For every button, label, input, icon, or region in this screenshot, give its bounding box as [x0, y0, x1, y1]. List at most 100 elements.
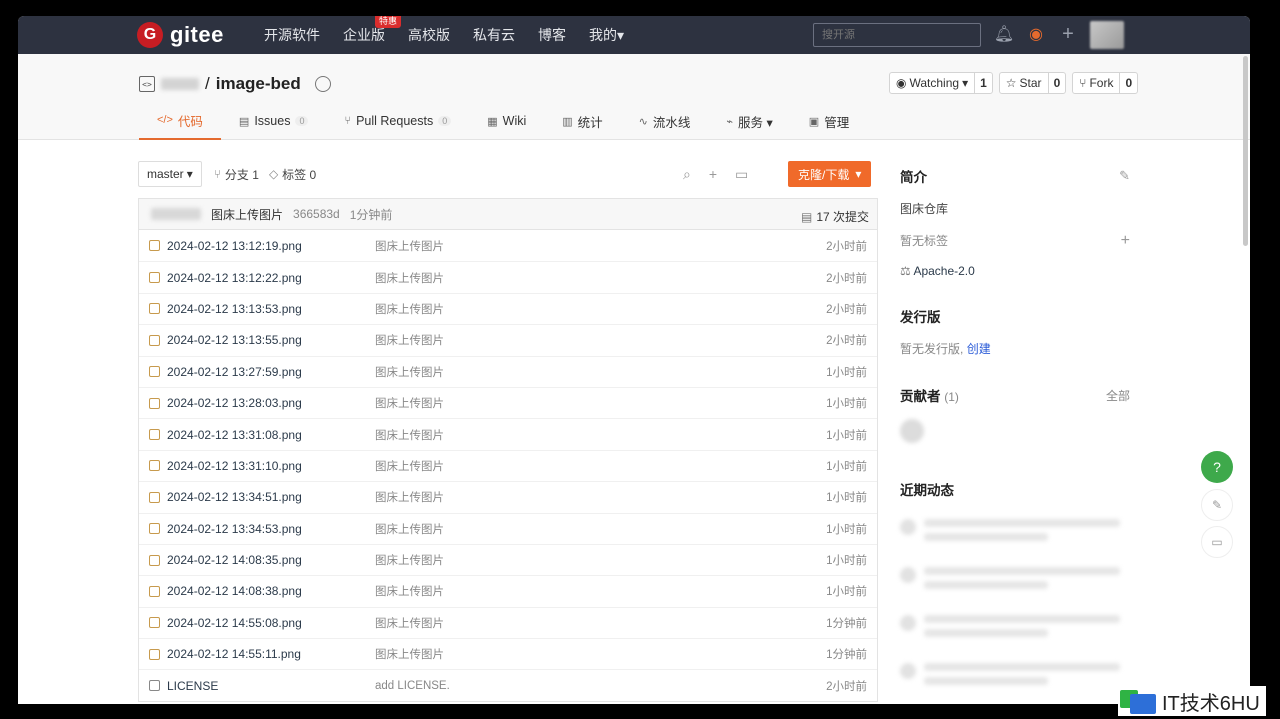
tab-manage[interactable]: ▣ 管理: [791, 102, 867, 140]
search-input[interactable]: [813, 23, 981, 47]
file-name[interactable]: 2024-02-12 13:12:19.png: [167, 239, 375, 253]
web-ide-icon[interactable]: ▭: [735, 166, 748, 183]
gitee-logo[interactable]: G gitee: [137, 22, 224, 48]
tab-issues[interactable]: ▤ Issues 0: [221, 102, 327, 140]
table-row[interactable]: 2024-02-12 13:12:22.png 图床上传图片 2小时前: [139, 261, 877, 292]
file-name[interactable]: 2024-02-12 14:55:08.png: [167, 616, 375, 630]
bell-icon[interactable]: 🔔︎: [994, 25, 1014, 43]
contributor-avatar[interactable]: [900, 419, 924, 443]
add-tag-icon[interactable]: +: [1121, 232, 1130, 250]
help-button[interactable]: ?: [1201, 451, 1233, 483]
commit-message[interactable]: 图床上传图片: [211, 206, 283, 223]
table-row[interactable]: 2024-02-12 13:13:53.png 图床上传图片 2小时前: [139, 292, 877, 324]
chat-icon[interactable]: ▭: [1201, 526, 1233, 558]
lightbulb-icon[interactable]: ◉: [1027, 25, 1045, 43]
feedback-edit-icon[interactable]: ✎: [1201, 489, 1233, 521]
file-commit-message[interactable]: 图床上传图片: [375, 552, 444, 568]
table-row[interactable]: 2024-02-12 13:12:19.png 图床上传图片 2小时前: [139, 230, 877, 261]
file-commit-message[interactable]: 图床上传图片: [375, 364, 444, 380]
file-name[interactable]: 2024-02-12 13:34:53.png: [167, 522, 375, 536]
tab-wiki[interactable]: ▦ Wiki: [469, 102, 544, 140]
file-name[interactable]: 2024-02-12 13:27:59.png: [167, 365, 375, 379]
file-commit-message[interactable]: 图床上传图片: [375, 458, 444, 474]
plus-icon[interactable]: +: [1059, 23, 1077, 45]
nav-education[interactable]: 高校版: [408, 25, 450, 45]
code-icon: </>: [157, 114, 173, 126]
file-commit-message[interactable]: 图床上传图片: [375, 615, 444, 631]
repo-sidebar: 简介 ✎ 图床仓库 暂无标签 + ⚖ Apache-2.0 发行版 暂无发行版, 创…: [900, 166, 1130, 691]
scrollbar[interactable]: [1243, 56, 1248, 246]
table-row[interactable]: 2024-02-12 14:08:38.png 图床上传图片 1小时前: [139, 575, 877, 606]
file-time: 2小时前: [826, 335, 867, 348]
table-row[interactable]: 2024-02-12 13:27:59.png 图床上传图片 1小时前: [139, 355, 877, 387]
file-name[interactable]: 2024-02-12 13:12:22.png: [167, 271, 375, 285]
fork-button[interactable]: ⑂ Fork 0: [1072, 72, 1139, 94]
repo-name[interactable]: image-bed: [216, 74, 301, 94]
star-button[interactable]: ☆ Star 0: [998, 72, 1067, 94]
add-file-icon[interactable]: +: [709, 166, 717, 183]
table-row[interactable]: 2024-02-12 13:34:51.png 图床上传图片 1小时前: [139, 481, 877, 512]
table-row[interactable]: 2024-02-12 13:34:53.png 图床上传图片 1小时前: [139, 512, 877, 544]
commit-author-blurred[interactable]: [151, 208, 201, 220]
file-commit-message[interactable]: 图床上传图片: [375, 395, 444, 411]
file-name[interactable]: 2024-02-12 13:28:03.png: [167, 396, 375, 410]
file-name[interactable]: 2024-02-12 14:08:38.png: [167, 584, 375, 598]
file-name[interactable]: 2024-02-12 13:31:10.png: [167, 459, 375, 473]
file-name[interactable]: 2024-02-12 14:08:35.png: [167, 553, 375, 567]
branch-selector[interactable]: master ▾: [138, 161, 202, 187]
all-contributors-link[interactable]: 全部: [1106, 387, 1130, 404]
file-commit-message[interactable]: 图床上传图片: [375, 270, 444, 286]
commit-sha[interactable]: 366583d: [293, 207, 340, 221]
activity-section-title: 近期动态: [900, 483, 954, 498]
tab-code[interactable]: </> 代码: [139, 102, 221, 140]
commit-count-link[interactable]: ▤ 17 次提交: [801, 208, 869, 225]
nav-open-source[interactable]: 开源软件: [264, 25, 320, 45]
search-icon[interactable]: ⌕: [683, 166, 691, 183]
file-name[interactable]: 2024-02-12 13:13:53.png: [167, 302, 375, 316]
watch-button[interactable]: ◉ Watching ▾ 1: [889, 72, 993, 94]
file-commit-message[interactable]: 图床上传图片: [375, 521, 444, 537]
nav-enterprise[interactable]: 企业版 特惠: [343, 16, 402, 45]
file-name[interactable]: 2024-02-12 13:31:08.png: [167, 428, 375, 442]
tab-services[interactable]: ⌁ 服务 ▾: [708, 102, 790, 140]
file-commit-message[interactable]: 图床上传图片: [375, 583, 444, 599]
user-avatar[interactable]: [1090, 21, 1124, 49]
nav-mine[interactable]: 我的▾: [589, 25, 624, 45]
tab-pull-requests[interactable]: ⑂ Pull Requests 0: [326, 102, 469, 140]
table-row[interactable]: 2024-02-12 13:13:55.png 图床上传图片 2小时前: [139, 324, 877, 355]
chart-icon: ▥: [562, 115, 573, 128]
file-commit-message[interactable]: add LICENSE.: [375, 680, 450, 692]
repo-owner-blurred[interactable]: [161, 78, 199, 90]
table-row[interactable]: 2024-02-12 14:55:08.png 图床上传图片 1分钟前: [139, 606, 877, 638]
file-commit-message[interactable]: 图床上传图片: [375, 238, 444, 254]
branches-link[interactable]: ⑂ 分支 1: [214, 166, 259, 183]
nav-blog[interactable]: 博客: [538, 25, 566, 45]
tab-pipeline[interactable]: ∿ 流水线: [621, 102, 709, 140]
file-time: 2小时前: [826, 240, 867, 253]
edit-icon[interactable]: ✎: [1119, 168, 1130, 184]
file-name[interactable]: LICENSE: [167, 679, 375, 693]
services-icon: ⌁: [726, 115, 734, 128]
file-name[interactable]: 2024-02-12 14:55:11.png: [167, 647, 375, 661]
pull-request-icon: ⑂: [344, 115, 352, 127]
table-row[interactable]: 2024-02-12 13:31:10.png 图床上传图片 1小时前: [139, 449, 877, 481]
table-row[interactable]: 2024-02-12 13:28:03.png 图床上传图片 1小时前: [139, 386, 877, 418]
clone-download-button[interactable]: 克隆/下载 ▾: [788, 161, 872, 187]
file-name[interactable]: 2024-02-12 13:13:55.png: [167, 333, 375, 347]
license-link[interactable]: ⚖ Apache-2.0: [900, 264, 1130, 278]
repo-code-icon: <>: [139, 76, 155, 92]
file-commit-message[interactable]: 图床上传图片: [375, 427, 444, 443]
table-row[interactable]: LICENSE add LICENSE. 2小时前: [139, 669, 877, 700]
tags-link[interactable]: ◇ 标签 0: [269, 166, 316, 183]
file-commit-message[interactable]: 图床上传图片: [375, 301, 444, 317]
create-release-link[interactable]: 创建: [967, 342, 991, 356]
table-row[interactable]: 2024-02-12 14:08:35.png 图床上传图片 1小时前: [139, 543, 877, 575]
file-name[interactable]: 2024-02-12 13:34:51.png: [167, 490, 375, 504]
file-commit-message[interactable]: 图床上传图片: [375, 332, 444, 348]
file-commit-message[interactable]: 图床上传图片: [375, 646, 444, 662]
table-row[interactable]: 2024-02-12 13:31:08.png 图床上传图片 1小时前: [139, 418, 877, 449]
tab-stats[interactable]: ▥ 统计: [544, 102, 620, 140]
file-commit-message[interactable]: 图床上传图片: [375, 489, 444, 505]
nav-private-cloud[interactable]: 私有云: [473, 25, 515, 45]
table-row[interactable]: 2024-02-12 14:55:11.png 图床上传图片 1分钟前: [139, 638, 877, 669]
